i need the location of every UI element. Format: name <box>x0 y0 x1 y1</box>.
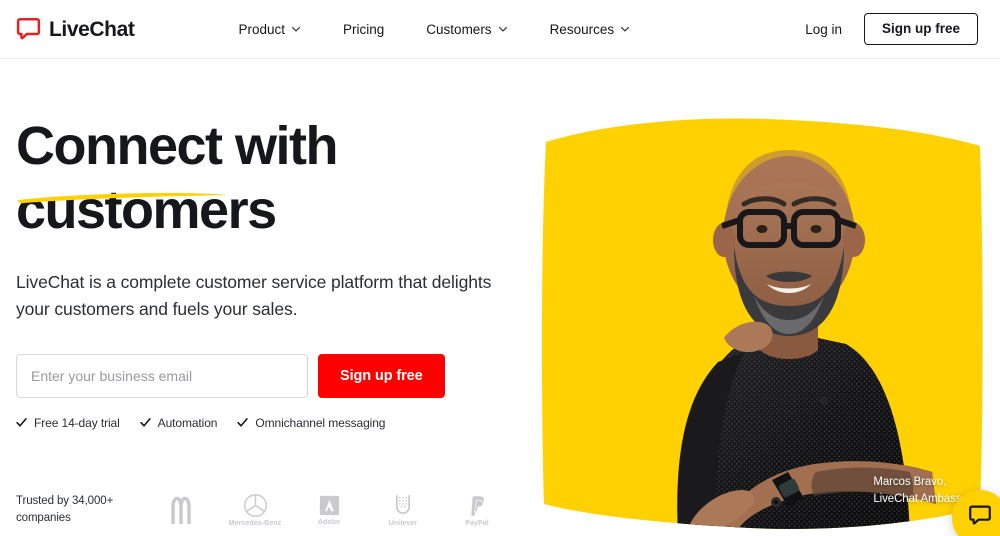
hero-content: Connect with customers LiveChat is a com… <box>16 116 516 430</box>
perk-label: Automation <box>157 415 218 430</box>
perk-item: Free 14-day trial <box>16 416 120 430</box>
caption-line-1: Marcos Bravo, <box>873 475 947 488</box>
chat-bubble-icon <box>968 504 992 533</box>
livechat-speech-bubble-icon <box>16 17 41 42</box>
ambassador-photo <box>677 150 936 530</box>
trusted-by-line-2: companies <box>16 512 71 524</box>
check-icon <box>139 417 151 428</box>
headline-line-2: customers <box>16 180 277 241</box>
perk-item: Omnichannel messaging <box>237 416 385 430</box>
signup-form: Sign up free <box>16 353 516 398</box>
trusted-by-text: Trusted by 34,000+ companies <box>16 493 128 526</box>
check-icon <box>237 417 249 428</box>
logo-cell: Mercedes-Benz <box>228 493 282 527</box>
trusted-by-line-1: Trusted by 34,000+ <box>16 495 114 508</box>
logo-wordmark: Unilever <box>388 520 418 527</box>
client-logo-row: Mercedes-Benz Adobe Unilever PayPal <box>154 493 504 527</box>
livechat-logo[interactable]: LiveChat <box>16 17 135 42</box>
hero-subhead: LiveChat is a complete customer service … <box>16 272 492 320</box>
brand-name: LiveChat <box>49 17 135 41</box>
trusted-by-section: Trusted by 34,000+ companies Mercedes-Be… <box>16 493 504 527</box>
nav-item-resources[interactable]: Resources <box>550 16 631 43</box>
header-signup-button[interactable]: Sign up free <box>863 12 978 46</box>
nav-item-pricing[interactable]: Pricing <box>343 16 384 43</box>
signup-free-button[interactable]: Sign up free <box>318 353 445 398</box>
logo-cell: Unilever <box>376 493 430 527</box>
nav-label-product: Product <box>238 21 286 37</box>
hero-image-area: Marcos Bravo, LiveChat Ambassador <box>528 100 1000 536</box>
nav-label-pricing: Pricing <box>343 21 385 37</box>
nav-item-customers[interactable]: Customers <box>426 16 507 43</box>
email-input[interactable] <box>16 353 308 398</box>
logo-cell <box>154 495 208 525</box>
logo-cell: PayPal <box>450 494 504 527</box>
logo-cell: Adobe <box>302 494 356 526</box>
adobe-logo <box>318 494 341 517</box>
nav-label-customers: Customers <box>426 21 492 37</box>
logo-wordmark: Adobe <box>317 519 341 526</box>
chevron-down-icon <box>498 24 508 34</box>
unilever-logo <box>392 493 414 518</box>
headline-line-1: Connect with <box>16 116 338 176</box>
page-title: Connect with customers <box>16 116 516 241</box>
chevron-down-icon <box>620 24 630 34</box>
logo-wordmark: PayPal <box>465 519 489 527</box>
perk-label: Omnichannel messaging <box>255 415 386 430</box>
logo-wordmark: Mercedes-Benz <box>228 520 282 527</box>
header-actions: Log in Sign up free <box>805 12 978 46</box>
chevron-down-icon <box>291 24 301 34</box>
perks-list: Free 14-day trial Automation Omnichannel… <box>16 416 516 430</box>
paypal-logo <box>467 494 488 518</box>
perk-label: Free 14-day trial <box>34 415 120 430</box>
mercedes-benz-logo <box>243 493 268 518</box>
nav-label-resources: Resources <box>549 21 615 37</box>
landing-page: LiveChat Product Pricing Customers Resou… <box>0 0 1000 536</box>
perk-item: Automation <box>139 415 218 430</box>
site-header: LiveChat Product Pricing Customers Resou… <box>0 0 1000 59</box>
nav-item-product[interactable]: Product <box>239 16 302 43</box>
main-nav: Product Pricing Customers Resources <box>239 16 631 43</box>
login-link[interactable]: Log in <box>805 22 842 37</box>
mcdonalds-logo <box>164 495 198 525</box>
check-icon <box>16 417 27 428</box>
